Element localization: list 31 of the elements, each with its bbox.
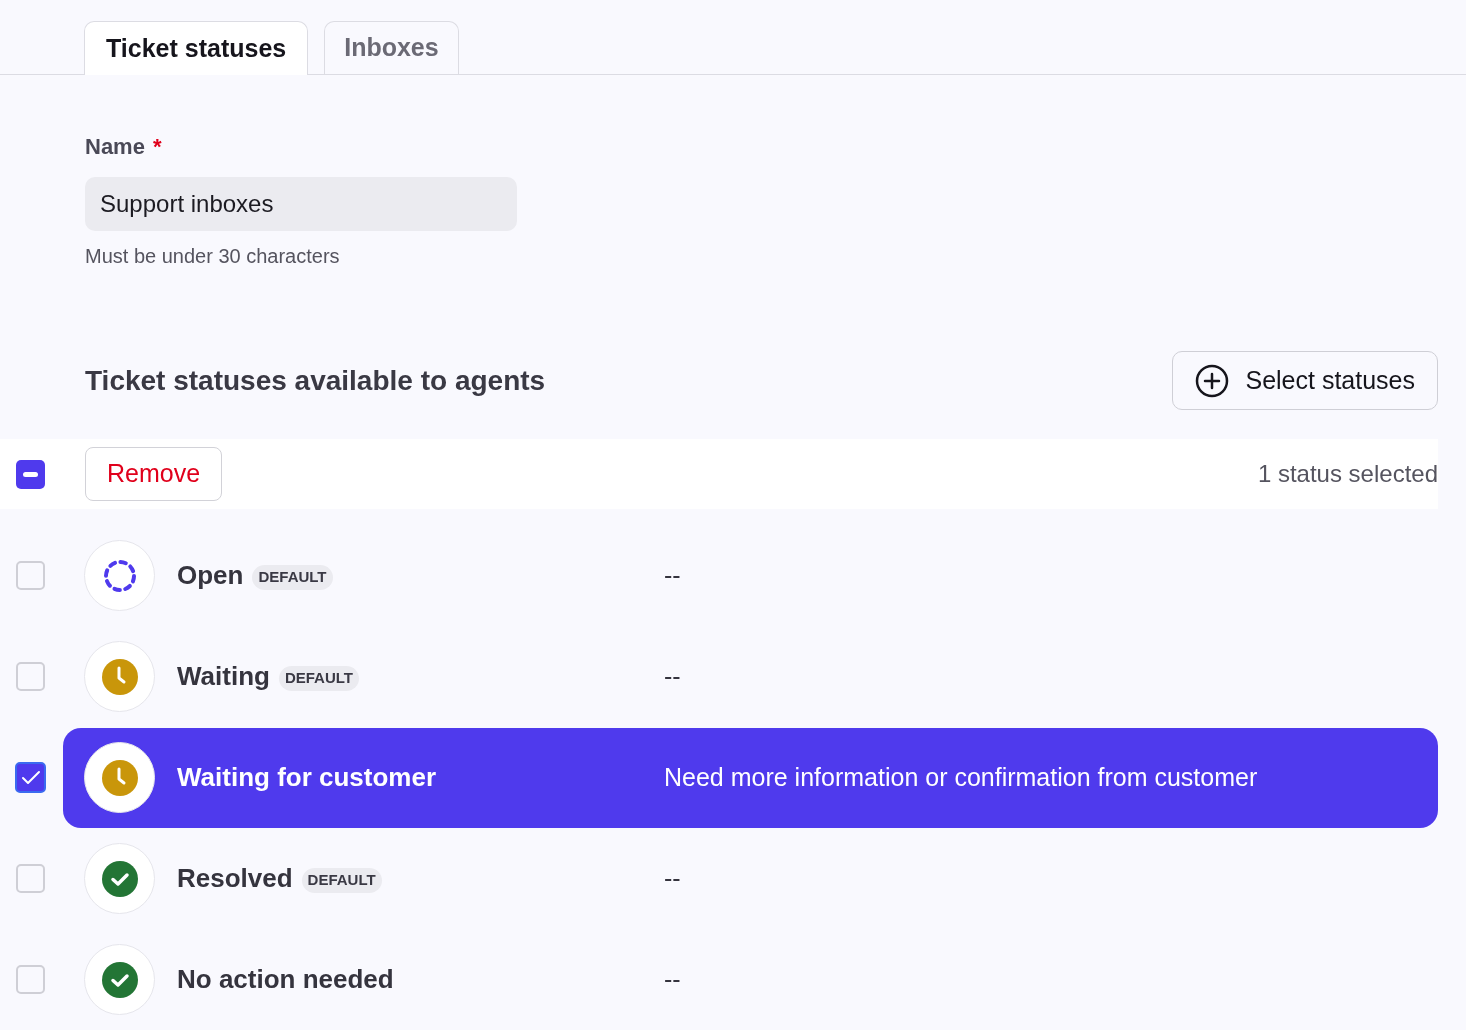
status-description: -- [664, 963, 681, 995]
default-badge: DEFAULT [301, 868, 382, 893]
section-title: Ticket statuses available to agents [85, 363, 546, 398]
status-row[interactable]: No action needed -- [63, 929, 1438, 1030]
row-checkbox[interactable] [15, 762, 46, 793]
tab[interactable]: Inboxes [324, 21, 459, 74]
status-name: Waiting [177, 660, 270, 693]
default-badge: DEFAULT [252, 565, 333, 590]
status-name: No action needed [177, 963, 394, 996]
status-description: -- [664, 862, 681, 894]
add-icon [1195, 363, 1230, 398]
status-description: Need more information or confirmation from customer [664, 761, 1258, 793]
status-row[interactable]: Resolved DEFAULT -- [63, 828, 1438, 929]
selection-count: 1 status selected [1257, 459, 1438, 489]
tab[interactable]: Ticket statuses [84, 21, 309, 75]
status-name: Resolved [177, 862, 293, 895]
required-mark: * [152, 133, 162, 161]
status-row[interactable]: Open DEFAULT -- [63, 525, 1438, 626]
select-all-checkbox[interactable] [16, 459, 45, 489]
status-name: Waiting for customer [177, 761, 437, 794]
status-description: -- [664, 559, 681, 591]
status-description: -- [664, 660, 681, 692]
status-row[interactable]: Waiting DEFAULT -- [63, 626, 1438, 727]
field-label: Name [85, 133, 145, 161]
remove-button[interactable]: Remove [85, 447, 223, 501]
name-field[interactable]: Support inboxes [85, 177, 517, 231]
default-badge: DEFAULT [278, 666, 359, 691]
selected-status-row[interactable]: Waiting for customer Need more information or confirmation from customer [63, 727, 1438, 828]
field-hint: Must be under 30 characters [85, 244, 341, 269]
status-name: Open [177, 559, 244, 592]
select-statuses-button[interactable]: Select statuses [1172, 351, 1438, 410]
